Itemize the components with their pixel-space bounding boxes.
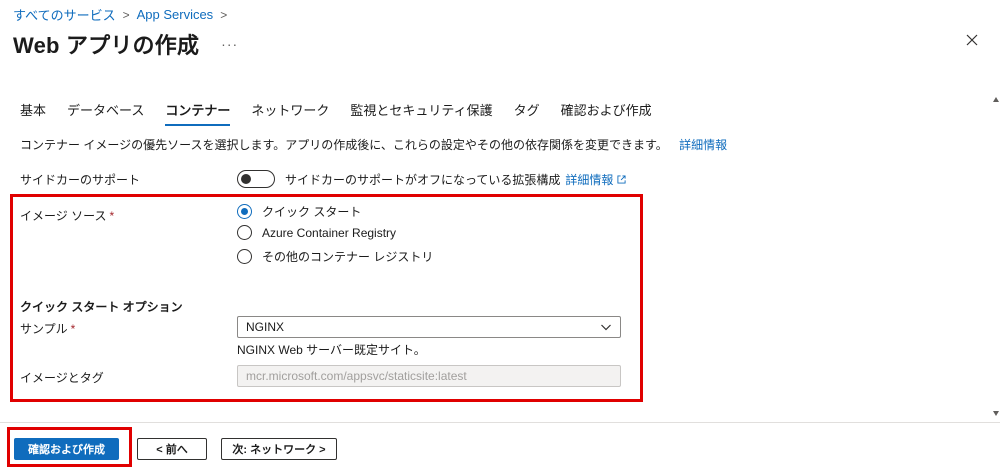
required-marker: * (70, 322, 76, 336)
sample-label: サンプル * (20, 320, 75, 337)
sidecar-status: サイドカーのサポートがオフになっている拡張構成 詳細情報 (285, 171, 626, 188)
close-icon[interactable] (964, 32, 980, 48)
sample-select[interactable]: NGINX (237, 316, 621, 338)
image-source-label: イメージ ソース * (20, 207, 114, 224)
radio-unchecked-icon (237, 249, 252, 264)
toggle-knob (241, 174, 251, 184)
tab-review-create[interactable]: 確認および作成 (561, 100, 652, 126)
prev-button[interactable]: < 前へ (137, 438, 207, 460)
more-options-icon[interactable]: ··· (221, 36, 238, 52)
sidecar-status-text: サイドカーのサポートがオフになっている拡張構成 (285, 173, 561, 187)
sidecar-toggle[interactable] (237, 170, 275, 188)
title-row: Web アプリの作成 ··· (13, 28, 238, 60)
image-source-label-text: イメージ ソース (20, 209, 107, 223)
tab-container[interactable]: コンテナー (165, 100, 231, 126)
radio-azure-container-registry[interactable]: Azure Container Registry (237, 225, 396, 240)
footer-divider (0, 422, 1000, 423)
radio-acr-label: Azure Container Registry (262, 225, 397, 240)
next-networking-button[interactable]: 次: ネットワーク > (221, 438, 337, 460)
sidecar-label: サイドカーのサポート (20, 173, 141, 187)
tab-monitoring[interactable]: 監視とセキュリティ保護 (350, 100, 492, 126)
required-marker: * (109, 209, 115, 223)
image-tag-label: イメージとタグ (20, 371, 104, 385)
external-link-icon (617, 175, 626, 184)
review-create-button[interactable]: 確認および作成 (14, 438, 119, 460)
chevron-right-icon: > (220, 7, 228, 22)
radio-quickstart-label: クイック スタート (262, 205, 362, 219)
quickstart-options-heading: クイック スタート オプション (20, 300, 183, 314)
tab-networking[interactable]: ネットワーク (251, 100, 329, 126)
image-tag-input[interactable] (237, 365, 621, 387)
breadcrumb-app-services[interactable]: App Services (137, 7, 214, 22)
sample-select-value: NGINX (246, 320, 285, 334)
scroll-up-icon[interactable] (993, 97, 999, 102)
radio-checked-icon (237, 204, 252, 219)
learn-more-link[interactable]: 詳細情報 (679, 138, 727, 152)
tab-database[interactable]: データベース (67, 100, 144, 126)
radio-unchecked-icon (237, 225, 252, 240)
sample-label-text: サンプル (20, 322, 68, 336)
page-title: Web アプリの作成 (13, 33, 200, 58)
sidecar-learn-more-link[interactable]: 詳細情報 (565, 171, 613, 188)
description-text: コンテナー イメージの優先ソースを選択します。アプリの作成後に、これらの設定やそ… (20, 138, 668, 152)
tab-basics[interactable]: 基本 (20, 100, 46, 126)
container-description: コンテナー イメージの優先ソースを選択します。アプリの作成後に、これらの設定やそ… (20, 136, 727, 153)
scroll-down-icon[interactable] (993, 411, 999, 416)
radio-quickstart[interactable]: クイック スタート (237, 203, 361, 220)
chevron-down-icon (601, 324, 611, 331)
tab-bar: 基本 データベース コンテナー ネットワーク 監視とセキュリティ保護 タグ 確認… (20, 100, 673, 126)
tab-tags[interactable]: タグ (514, 100, 540, 126)
breadcrumb: すべてのサービス > App Services > (13, 5, 234, 24)
chevron-right-icon: > (122, 7, 130, 22)
breadcrumb-all-services[interactable]: すべてのサービス (13, 5, 116, 24)
radio-other-label: その他のコンテナー レジストリ (262, 250, 434, 264)
sample-help-text: NGINX Web サーバー既定サイト。 (237, 343, 426, 357)
radio-other-registry[interactable]: その他のコンテナー レジストリ (237, 248, 433, 265)
